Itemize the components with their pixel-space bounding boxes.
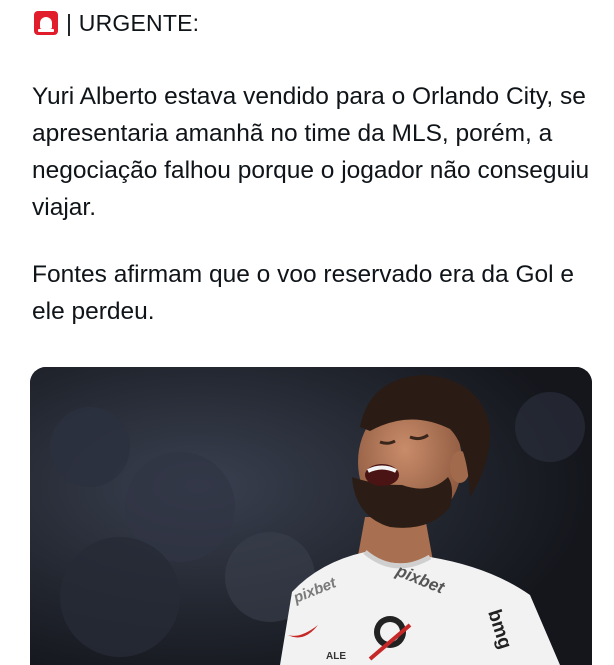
- siren-icon: [34, 11, 58, 35]
- jersey-ale-logo: ALE: [326, 651, 346, 662]
- post-paragraph: Yuri Alberto estava vendido para o Orlan…: [32, 83, 590, 221]
- header-label: | URGENTE:: [66, 9, 200, 36]
- tweet-post: | URGENTE: Yuri Alberto estava vendido p…: [0, 0, 614, 665]
- post-body: Yuri Alberto estava vendido para o Orlan…: [32, 78, 592, 330]
- post-photo[interactable]: pixbet pixbet ALE bmg: [30, 367, 592, 665]
- player-photo: pixbet pixbet ALE bmg: [30, 367, 592, 665]
- post-header: | URGENTE:: [34, 8, 199, 38]
- post-paragraph: Fontes afirmam que o voo reservado era d…: [32, 261, 575, 325]
